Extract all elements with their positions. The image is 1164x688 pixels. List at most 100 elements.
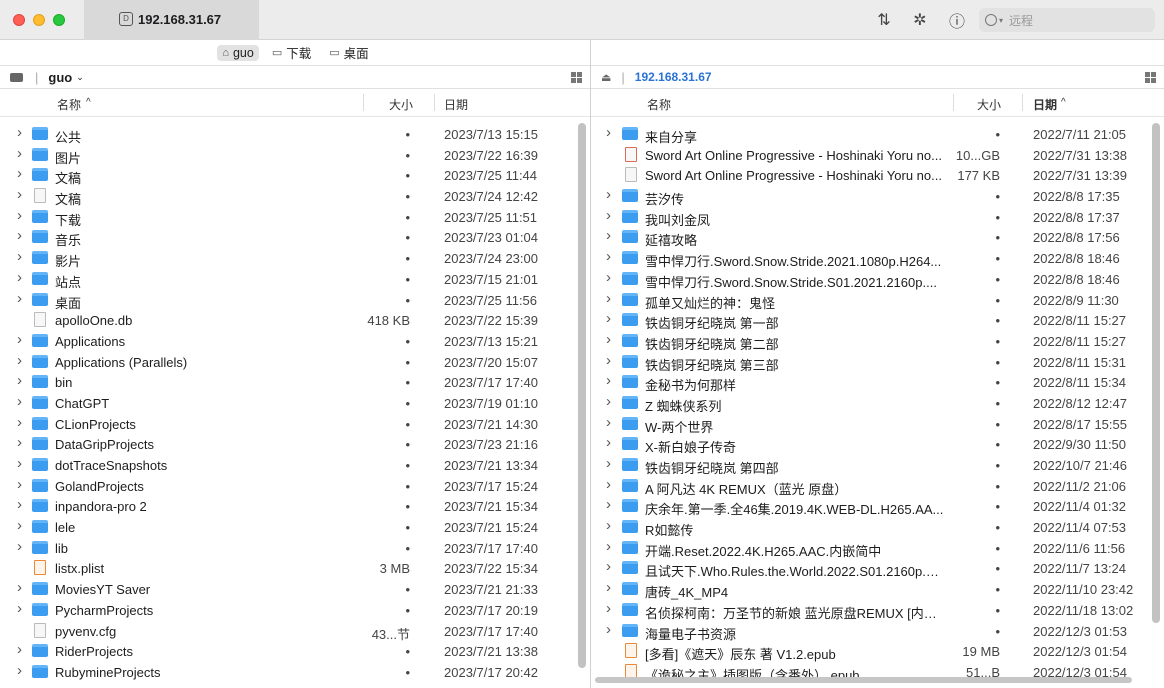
disclosure-chevron-icon[interactable]: › bbox=[17, 641, 22, 658]
breadcrumb-home[interactable]: ⌂ guo bbox=[217, 44, 259, 61]
disclosure-chevron-icon[interactable]: › bbox=[17, 372, 22, 389]
disclosure-chevron-icon[interactable]: › bbox=[606, 186, 611, 203]
column-name-header[interactable]: 名称 bbox=[57, 96, 81, 113]
location-dropdown[interactable]: guo bbox=[48, 70, 72, 85]
table-row[interactable]: › 音乐 • 2023/7/23 01:04 bbox=[0, 227, 590, 248]
table-row[interactable]: › bin • 2023/7/17 17:40 bbox=[0, 372, 590, 393]
table-row[interactable]: › 我叫刘金凤 • 2022/8/8 17:37 bbox=[591, 207, 1164, 228]
table-row[interactable]: › lele • 2023/7/21 15:24 bbox=[0, 517, 590, 538]
disclosure-chevron-icon[interactable]: › bbox=[606, 331, 611, 348]
disclosure-chevron-icon[interactable]: › bbox=[17, 455, 22, 472]
disclosure-chevron-icon[interactable]: › bbox=[606, 579, 611, 596]
disclosure-chevron-icon[interactable]: › bbox=[17, 414, 22, 431]
table-row[interactable]: › lib • 2023/7/17 17:40 bbox=[0, 538, 590, 559]
table-row[interactable]: › 且试天下.Who.Rules.the.World.2022.S01.2160p… bbox=[591, 558, 1164, 579]
table-row[interactable]: › 开端.Reset.2022.4K.H265.AAC.内嵌简中 • 2022/11/… bbox=[591, 538, 1164, 559]
disclosure-chevron-icon[interactable]: › bbox=[17, 290, 22, 307]
table-row[interactable]: › MoviesYT Saver • 2023/7/21 21:33 bbox=[0, 579, 590, 600]
disclosure-chevron-icon[interactable]: › bbox=[606, 227, 611, 244]
disclosure-chevron-icon[interactable]: › bbox=[17, 165, 22, 182]
vertical-scrollbar[interactable] bbox=[1152, 123, 1160, 623]
table-row[interactable]: › X-新白娘子传奇 • 2022/9/30 11:50 bbox=[591, 434, 1164, 455]
table-row[interactable]: › 公共 • 2023/7/13 15:15 bbox=[0, 124, 590, 145]
table-row[interactable]: › 铁齿铜牙纪晓岚 第三部 • 2022/8/11 15:31 bbox=[591, 352, 1164, 373]
minimize-window-button[interactable] bbox=[33, 14, 45, 26]
disclosure-chevron-icon[interactable]: › bbox=[17, 186, 22, 203]
disclosure-chevron-icon[interactable]: › bbox=[606, 434, 611, 451]
table-row[interactable]: › inpandora-pro 2 • 2023/7/21 15:34 bbox=[0, 496, 590, 517]
table-row[interactable]: pyvenv.cfg 43...节 2023/7/17 17:40 bbox=[0, 621, 590, 642]
disclosure-chevron-icon[interactable]: › bbox=[17, 517, 22, 534]
table-row[interactable]: › 延禧攻略 • 2022/8/8 17:56 bbox=[591, 227, 1164, 248]
table-row[interactable]: › RiderProjects • 2023/7/21 13:38 bbox=[0, 641, 590, 662]
table-row[interactable]: › 图片 • 2023/7/22 16:39 bbox=[0, 145, 590, 166]
disclosure-chevron-icon[interactable]: › bbox=[17, 207, 22, 224]
disclosure-chevron-icon[interactable]: › bbox=[606, 248, 611, 265]
remote-host-label[interactable]: 192.168.31.67 bbox=[635, 70, 712, 84]
disclosure-chevron-icon[interactable]: › bbox=[606, 600, 611, 617]
table-row[interactable]: › 铁齿铜牙纪晓岚 第一部 • 2022/8/11 15:27 bbox=[591, 310, 1164, 331]
disclosure-chevron-icon[interactable]: › bbox=[606, 455, 611, 472]
close-window-button[interactable] bbox=[13, 14, 25, 26]
column-name-header[interactable]: 名称 bbox=[647, 96, 671, 113]
disclosure-chevron-icon[interactable]: › bbox=[606, 476, 611, 493]
table-row[interactable]: › A 阿凡达 4K REMUX（蓝光 原盘） • 2022/11/2 21:06 bbox=[591, 476, 1164, 497]
table-row[interactable]: › DataGripProjects • 2023/7/23 21:16 bbox=[0, 434, 590, 455]
table-row[interactable]: listx.plist 3 MB 2023/7/22 15:34 bbox=[0, 558, 590, 579]
disclosure-chevron-icon[interactable]: › bbox=[606, 207, 611, 224]
table-row[interactable]: › R如懿传 • 2022/11/4 07:53 bbox=[591, 517, 1164, 538]
column-size-header[interactable]: 大小 bbox=[977, 96, 1001, 113]
table-row[interactable]: › 唐砖_4K_MP4 • 2022/11/10 23:42 bbox=[591, 579, 1164, 600]
disclosure-chevron-icon[interactable]: › bbox=[17, 124, 22, 141]
disclosure-chevron-icon[interactable]: › bbox=[606, 496, 611, 513]
disclosure-chevron-icon[interactable]: › bbox=[606, 372, 611, 389]
view-mode-icon[interactable] bbox=[571, 72, 582, 83]
disclosure-chevron-icon[interactable]: › bbox=[17, 579, 22, 596]
disclosure-chevron-icon[interactable]: › bbox=[606, 124, 611, 141]
disclosure-chevron-icon[interactable]: › bbox=[17, 662, 22, 679]
column-date-header[interactable]: 日期 bbox=[444, 96, 468, 113]
table-row[interactable]: › 名侦探柯南：万圣节的新娘 蓝光原盘REMUX [内封... • 2022/11/1… bbox=[591, 600, 1164, 621]
breadcrumb-desktop[interactable]: ▭ 桌面 bbox=[324, 42, 373, 63]
table-row[interactable]: › 文稿 • 2023/7/25 11:44 bbox=[0, 165, 590, 186]
table-row[interactable]: › ChatGPT • 2023/7/19 01:10 bbox=[0, 393, 590, 414]
pinwheel-icon[interactable]: ✲ bbox=[908, 8, 932, 32]
vertical-scrollbar[interactable] bbox=[578, 123, 586, 668]
table-row[interactable]: › 海量电子书资源 • 2022/12/3 01:53 bbox=[591, 621, 1164, 642]
table-row[interactable]: › Applications (Parallels) • 2023/7/20 15:0… bbox=[0, 352, 590, 373]
disclosure-chevron-icon[interactable]: › bbox=[606, 352, 611, 369]
table-row[interactable]: › PycharmProjects • 2023/7/17 20:19 bbox=[0, 600, 590, 621]
disclosure-chevron-icon[interactable]: › bbox=[606, 393, 611, 410]
table-row[interactable]: › 金秘书为何那样 • 2022/8/11 15:34 bbox=[591, 372, 1164, 393]
table-row[interactable]: › 站点 • 2023/7/15 21:01 bbox=[0, 269, 590, 290]
eject-icon[interactable]: ⏏ bbox=[601, 71, 611, 84]
disclosure-chevron-icon[interactable]: › bbox=[606, 558, 611, 575]
disclosure-chevron-icon[interactable]: › bbox=[17, 434, 22, 451]
disclosure-chevron-icon[interactable]: › bbox=[17, 600, 22, 617]
disclosure-chevron-icon[interactable]: › bbox=[606, 517, 611, 534]
table-row[interactable]: › 芸汐传 • 2022/8/8 17:35 bbox=[591, 186, 1164, 207]
view-mode-icon[interactable] bbox=[1145, 72, 1156, 83]
info-icon[interactable]: ⓘ bbox=[945, 8, 969, 32]
table-row[interactable]: › 孤单又灿烂的神：鬼怪 • 2022/8/9 11:30 bbox=[591, 290, 1164, 311]
disclosure-chevron-icon[interactable]: › bbox=[606, 310, 611, 327]
table-row[interactable]: › RubymineProjects • 2023/7/17 20:42 bbox=[0, 662, 590, 683]
breadcrumb-downloads[interactable]: ▭ 下载 bbox=[267, 42, 316, 63]
disclosure-chevron-icon[interactable]: › bbox=[17, 538, 22, 555]
disclosure-chevron-icon[interactable]: › bbox=[17, 248, 22, 265]
disclosure-chevron-icon[interactable]: › bbox=[606, 414, 611, 431]
disclosure-chevron-icon[interactable]: › bbox=[17, 393, 22, 410]
table-row[interactable]: › 雪中悍刀行.Sword.Snow.Stride.S01.2021.2160p.… bbox=[591, 269, 1164, 290]
disclosure-chevron-icon[interactable]: › bbox=[606, 290, 611, 307]
table-row[interactable]: › 雪中悍刀行.Sword.Snow.Stride.2021.1080p.H264… bbox=[591, 248, 1164, 269]
table-row[interactable]: › W-两个世界 • 2022/8/17 15:55 bbox=[591, 414, 1164, 435]
table-row[interactable]: › 桌面 • 2023/7/25 11:56 bbox=[0, 290, 590, 311]
table-row[interactable]: apolloOne.db 418 KB 2023/7/22 15:39 bbox=[0, 310, 590, 331]
table-row[interactable]: › 庆余年.第一季.全46集.2019.4K.WEB-DL.H265.AA... •… bbox=[591, 496, 1164, 517]
table-row[interactable]: › 文稿 • 2023/7/24 12:42 bbox=[0, 186, 590, 207]
table-row[interactable]: › CLionProjects • 2023/7/21 14:30 bbox=[0, 414, 590, 435]
disclosure-chevron-icon[interactable]: › bbox=[17, 496, 22, 513]
table-row[interactable]: › Applications • 2023/7/13 15:21 bbox=[0, 331, 590, 352]
disclosure-chevron-icon[interactable]: › bbox=[606, 269, 611, 286]
disclosure-chevron-icon[interactable]: › bbox=[606, 538, 611, 555]
